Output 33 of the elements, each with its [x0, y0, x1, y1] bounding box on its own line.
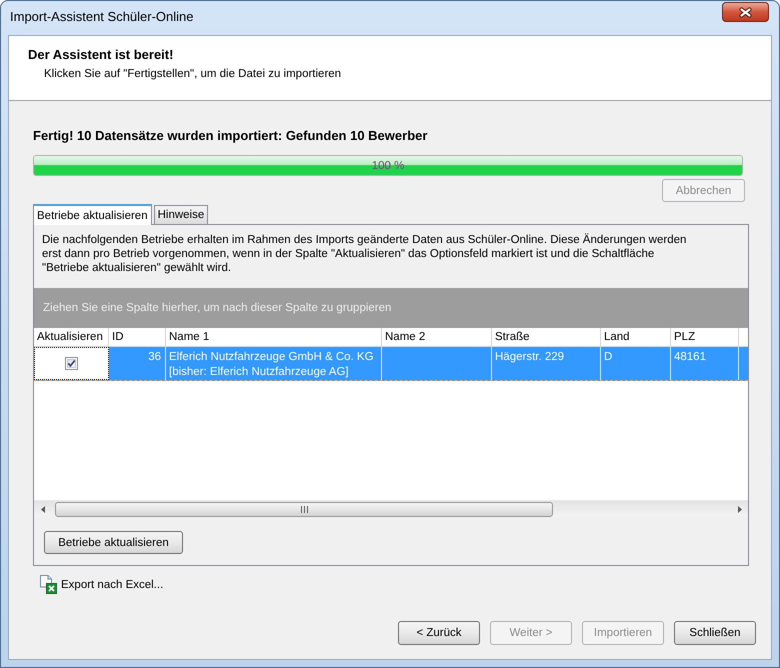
table-cell: 36 — [109, 347, 166, 380]
column-header[interactable]: ID — [109, 328, 166, 346]
column-header[interactable]: Aktualisieren — [34, 328, 109, 346]
horizontal-scrollbar[interactable] — [34, 500, 748, 517]
checkbox[interactable] — [65, 357, 78, 370]
column-header[interactable]: Land — [601, 328, 671, 346]
tab[interactable]: Hinweise — [154, 205, 208, 224]
close-icon — [739, 6, 752, 18]
table-cell: D — [601, 347, 671, 380]
dialog-close-button[interactable]: Schließen — [674, 621, 756, 645]
table-cell: Hägerstr. 229 — [492, 347, 601, 380]
header-title: Der Assistent ist bereit! — [28, 47, 174, 63]
window-title: Import-Assistent Schüler-Online — [10, 9, 194, 25]
description-text: Die nachfolgenden Betriebe erhalten im Rahmen des Imports geänderte Daten aus Schüler-Online. Diese Änderungen werden erst dann pro Betrieb vorgenommen, wenn in der Spalte "Aktualisieren" das Optionsfeld markiert ist und die Schaltfläche "Betriebe aktualisieren" gewählt wird. — [42, 233, 687, 275]
column-header[interactable]: PLZ — [671, 328, 739, 346]
back-button[interactable]: < Zurück — [398, 621, 480, 645]
update-button[interactable]: Betriebe aktualisieren — [44, 531, 183, 554]
column-header[interactable]: Name 2 — [382, 328, 492, 346]
excel-file-icon[interactable] — [40, 575, 57, 594]
column-header[interactable]: Name 1 — [166, 328, 382, 346]
table-cell: 48161 — [671, 347, 739, 380]
scroll-left-icon[interactable] — [40, 506, 44, 512]
scrollbar-thumb[interactable] — [55, 502, 553, 516]
header-subtitle: Klicken Sie auf "Fertigstellen", um die Datei zu importieren — [44, 67, 342, 82]
tab[interactable]: Betriebe aktualisieren — [33, 204, 152, 225]
table-cell: Elferich Nutzfahrzeuge GmbH & Co. KG [bisher: Elferich Nutzfahrzeuge AG] — [166, 347, 382, 380]
status-message: Fertig! 10 Datensätze wurden importiert: Gefunden 10 Bewerber — [33, 128, 428, 143]
export-link[interactable]: Export nach Excel... — [61, 576, 164, 592]
column-header[interactable]: Straße — [492, 328, 601, 346]
grip-icon — [300, 506, 308, 512]
close-button[interactable] — [722, 2, 769, 22]
group-by-hint: Ziehen Sie eine Spalte hierher, um nach dieser Spalte zu gruppieren — [43, 301, 392, 315]
scroll-right-icon[interactable] — [738, 506, 742, 512]
